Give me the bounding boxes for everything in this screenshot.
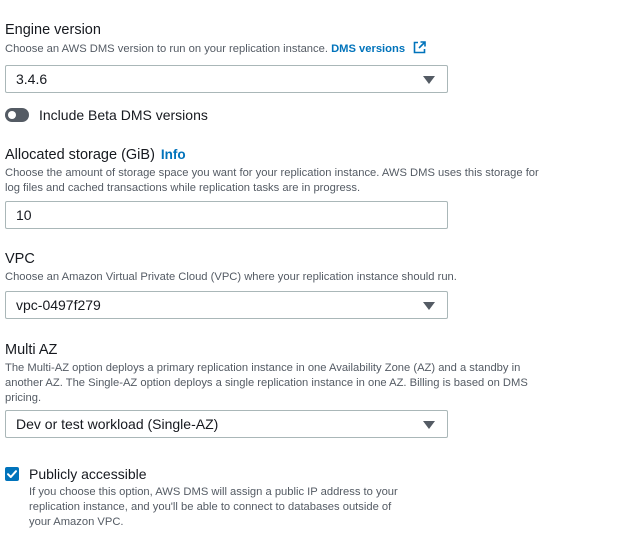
multi-az-label: Multi AZ xyxy=(5,342,58,358)
storage-info-link[interactable]: Info xyxy=(161,147,186,162)
allocated-storage-value: 10 xyxy=(16,207,32,223)
publicly-accessible-description-line: replication instance, and you'll be able… xyxy=(29,501,392,513)
publicly-accessible-checkbox[interactable] xyxy=(5,467,19,481)
allocated-storage-description: Choose the amount of storage space you w… xyxy=(5,166,539,196)
caret-down-icon xyxy=(423,76,435,84)
external-link-icon[interactable] xyxy=(413,41,426,59)
vpc-description: Choose an Amazon Virtual Private Cloud (… xyxy=(5,271,457,283)
multi-az-description-line: another AZ. The Single-AZ option deploys… xyxy=(5,377,528,389)
multi-az-description-line: pricing. xyxy=(5,392,42,404)
multi-az-value: Dev or test workload (Single-AZ) xyxy=(16,416,219,432)
allocated-storage-input[interactable]: 10 xyxy=(5,201,448,229)
allocated-storage-description-line: log files and cached transactions while … xyxy=(5,182,361,194)
publicly-accessible-description-line: If you choose this option, AWS DMS will … xyxy=(29,486,398,498)
engine-version-description: Choose an AWS DMS version to run on your… xyxy=(5,41,426,59)
vpc-select[interactable]: vpc-0497f279 xyxy=(5,291,448,319)
multi-az-select[interactable]: Dev or test workload (Single-AZ) xyxy=(5,410,448,438)
beta-versions-toggle[interactable] xyxy=(5,108,29,122)
allocated-storage-description-line: Choose the amount of storage space you w… xyxy=(5,167,539,179)
publicly-accessible-description-line: your Amazon VPC. xyxy=(29,516,124,528)
dms-versions-link[interactable]: DMS versions xyxy=(331,43,405,55)
allocated-storage-label: Allocated storage (GiB) Info xyxy=(5,147,186,163)
publicly-accessible-description: If you choose this option, AWS DMS will … xyxy=(29,485,398,530)
caret-down-icon xyxy=(423,421,435,429)
publicly-accessible-label: Publicly accessible xyxy=(29,466,147,482)
engine-version-description-text: Choose an AWS DMS version to run on your… xyxy=(5,43,328,55)
engine-version-value: 3.4.6 xyxy=(16,71,48,87)
toggle-knob xyxy=(8,111,16,119)
vpc-value: vpc-0497f279 xyxy=(16,297,101,313)
engine-version-select[interactable]: 3.4.6 xyxy=(5,65,448,93)
beta-versions-label: Include Beta DMS versions xyxy=(39,107,208,123)
caret-down-icon xyxy=(423,302,435,310)
checkmark-icon xyxy=(7,470,17,478)
multi-az-description: The Multi-AZ option deploys a primary re… xyxy=(5,361,528,406)
multi-az-description-line: The Multi-AZ option deploys a primary re… xyxy=(5,362,521,374)
engine-version-label: Engine version xyxy=(5,22,101,38)
vpc-label: VPC xyxy=(5,251,35,267)
allocated-storage-label-text: Allocated storage (GiB) xyxy=(5,147,155,163)
